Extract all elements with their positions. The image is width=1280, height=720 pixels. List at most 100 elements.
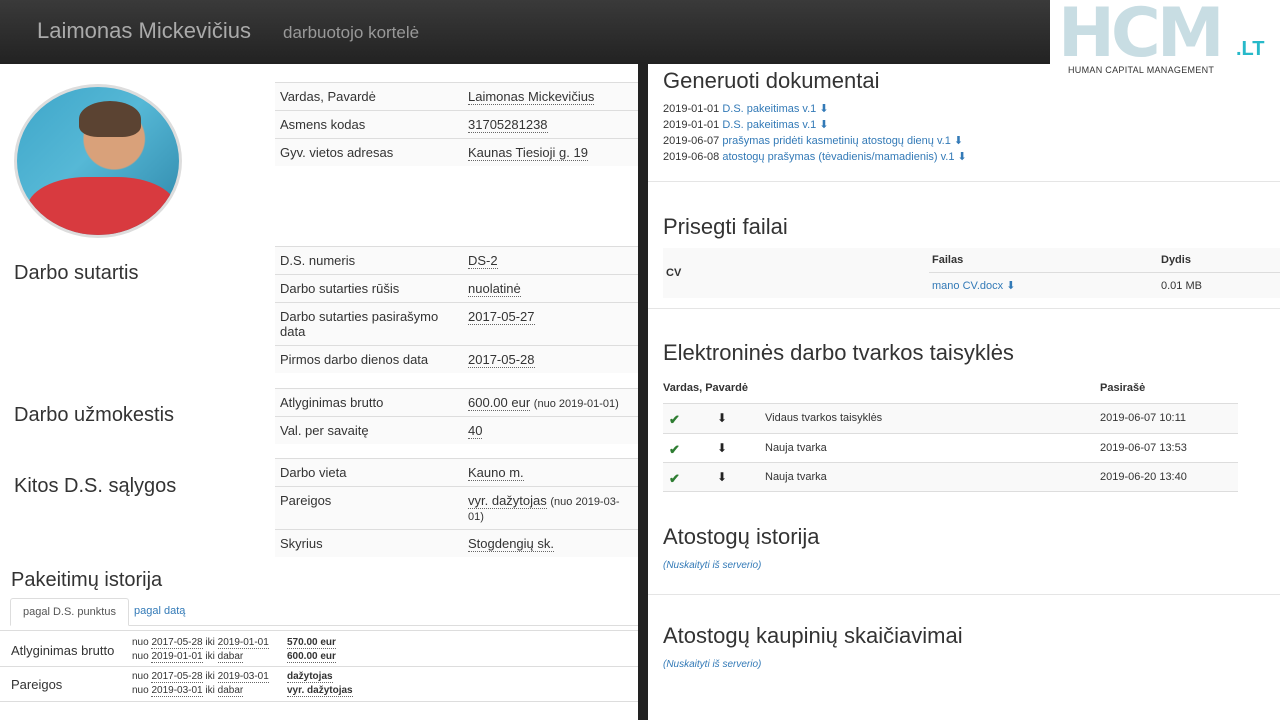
left-panel: Vardas, Pavardė Laimonas Mickevičius Asme… (0, 64, 638, 720)
tab-by-contract-points[interactable]: pagal D.S. punktus (10, 598, 129, 626)
generated-docs-title: Generuoti dokumentai (663, 68, 880, 93)
accrual-load-link[interactable]: (Nuskaityti iš serverio) (663, 659, 761, 670)
date-link[interactable]: 2017-05-28 (151, 671, 203, 683)
field-note: (nuo 2019-01-01) (533, 398, 619, 410)
field-value[interactable]: nuolatinė (468, 281, 521, 297)
field-label: Darbo sutarties pasirašymo data (275, 302, 463, 346)
field-value[interactable]: 600.00 eur (468, 395, 531, 411)
check-icon: ✔ (669, 471, 680, 486)
table-row: Pirmos darbo dienos data 2017-05-28 (275, 345, 638, 373)
history-value: 600.00 eur (287, 651, 336, 663)
field-label: D.S. numeris (275, 246, 463, 275)
divider (648, 594, 1280, 595)
field-value[interactable]: vyr. dažytojas (468, 493, 547, 509)
accrual-title: Atostogų kaupinių skaičiavimai (663, 623, 963, 648)
download-icon[interactable]: ⬇ (819, 119, 828, 131)
personal-info-table: Vardas, Pavardė Laimonas Mickevičius Asme… (275, 82, 638, 166)
divider (648, 181, 1280, 182)
rules-title: Elektroninės darbo tvarkos taisyklės (663, 340, 1014, 365)
avatar-hair (79, 101, 141, 137)
download-icon[interactable]: ⬇ (954, 135, 963, 147)
history-line: nuo 2017-05-28 iki 2019-03-01 (132, 671, 269, 683)
field-value[interactable]: 40 (468, 423, 483, 439)
table-row: ✔ ⬇ Nauja tvarka 2019-06-20 13:40 (663, 462, 1238, 492)
doc-link[interactable]: D.S. pakeitimas v.1 (722, 103, 816, 115)
list-item: 2019-06-07 prašymas pridėti kasmetinių a… (663, 135, 964, 147)
field-value[interactable]: Stogdengių sk. (468, 536, 555, 552)
field-label: Val. per savaitę (275, 416, 463, 444)
date-link[interactable]: 2019-03-01 (217, 671, 269, 683)
file-link[interactable]: mano CV.docx (932, 280, 1003, 292)
date-link[interactable]: 2017-05-28 (151, 637, 203, 649)
doc-link[interactable]: prašymas pridėti kasmetinių atostogų die… (722, 135, 950, 147)
table-row: D.S. numeris DS-2 (275, 246, 638, 275)
file-size: 0.01 MB (1161, 279, 1202, 292)
contract-table: D.S. numeris DS-2 Darbo sutarties rūšis nu… (275, 246, 638, 373)
table-row: ✔ ⬇ Vidaus tvarkos taisyklės 2019-06-07 … (663, 403, 1238, 433)
date-link[interactable]: 2019-01-01 (217, 637, 269, 649)
history-line: nuo 2017-05-28 iki 2019-01-01 (132, 637, 269, 649)
field-value[interactable]: 31705281238 (468, 117, 548, 133)
download-icon[interactable]: ⬇ (717, 411, 727, 425)
field-value[interactable]: Laimonas Mickevičius (468, 89, 595, 105)
field-label: Gyv. vietos adresas (275, 138, 463, 166)
field-value[interactable]: Kauno m. (468, 465, 524, 481)
table-row: Darbo sutarties pasirašymo data 2017-05-2… (275, 302, 638, 346)
doc-link[interactable]: D.S. pakeitimas v.1 (722, 119, 816, 131)
right-panel: Generuoti dokumentai 2019-01-01 D.S. pak… (648, 64, 1280, 720)
field-label: Darbo vieta (275, 458, 463, 487)
table-row: Val. per savaitę 40 (275, 416, 638, 444)
field-label: Darbo sutarties rūšis (275, 274, 463, 303)
date-link[interactable]: 2019-01-01 (151, 651, 203, 663)
avatar (14, 84, 182, 238)
table-row: Pareigos vyr. dažytojas (nuo 2019-03-01) (275, 486, 638, 530)
field-value[interactable]: 2017-05-27 (468, 309, 535, 325)
date-link[interactable]: 2019-03-01 (151, 685, 203, 697)
field-value[interactable]: Kaunas Tiesioji g. 19 (468, 145, 588, 161)
table-row: ✔ ⬇ Nauja tvarka 2019-06-07 13:53 (663, 433, 1238, 463)
download-icon[interactable]: ⬇ (717, 441, 727, 455)
section-heading-contract: Darbo sutartis (14, 262, 139, 284)
download-icon[interactable]: ⬇ (819, 103, 828, 115)
generated-docs-list: 2019-01-01 D.S. pakeitimas v.1 ⬇ 2019-01… (663, 101, 967, 165)
attached-files-title: Prisegti failai (663, 214, 788, 239)
table-row: Darbo sutarties rūšis nuolatinė (275, 274, 638, 303)
date-link[interactable]: dabar (217, 685, 244, 697)
download-icon[interactable]: ⬇ (717, 470, 727, 484)
employee-name-title: Laimonas Mickevičius (37, 18, 251, 43)
signed-date: 2019-06-20 13:40 (1100, 471, 1187, 483)
history-tabs: pagal D.S. punktus pagal datą (10, 598, 638, 626)
column-header-signed: Pasirašė (1100, 382, 1146, 394)
signed-date: 2019-06-07 10:11 (1100, 412, 1187, 424)
field-label: Vardas, Pavardė (275, 82, 463, 111)
history-row-label: Atlyginimas brutto (11, 643, 115, 658)
logo-mark: HCM (1058, 0, 1224, 73)
field-value[interactable]: DS-2 (468, 253, 498, 269)
vacation-load-link[interactable]: (Nuskaityti iš serverio) (663, 560, 761, 571)
field-label: Atlyginimas brutto (275, 388, 463, 417)
list-item: 2019-01-01 D.S. pakeitimas v.1 ⬇ (663, 119, 829, 131)
column-header-size: Dydis (1161, 254, 1191, 266)
history-line: nuo 2019-03-01 iki dabar (132, 685, 244, 697)
column-header-name: Vardas, Pavardė (663, 382, 749, 394)
history-line: nuo 2019-01-01 iki dabar (132, 651, 244, 663)
history-row: Atlyginimas brutto nuo 2017-05-28 iki 20… (0, 630, 638, 666)
column-header-file: Failas (932, 254, 964, 266)
table-row: Skyrius Stogdengių sk. (275, 529, 638, 557)
history-value: 570.00 eur (287, 637, 336, 649)
other-conditions-table: Darbo vieta Kauno m. Pareigos vyr. dažytoj… (275, 458, 638, 557)
vacation-history-title: Atostogų istorija (663, 524, 820, 549)
field-value[interactable]: 2017-05-28 (468, 352, 535, 368)
date-link[interactable]: dabar (217, 651, 244, 663)
salary-table: Atlyginimas brutto 600.00 eur (nuo 2019-0… (275, 388, 638, 444)
list-item: 2019-01-01 D.S. pakeitimas v.1 ⬇ (663, 103, 829, 115)
list-item: 2019-06-08 atostogų prašymas (tėvadienis… (663, 151, 967, 163)
page-subtitle: darbuotojo kortelė (283, 23, 420, 42)
tab-by-date[interactable]: pagal datą (122, 598, 197, 626)
file-type: CV (666, 267, 682, 279)
logo-suffix: .LT (1236, 38, 1265, 60)
download-icon[interactable]: ⬇ (1006, 280, 1015, 292)
download-icon[interactable]: ⬇ (958, 151, 967, 163)
doc-link[interactable]: atostogų prašymas (tėvadienis/mamadienis… (722, 151, 954, 163)
check-icon: ✔ (669, 412, 680, 427)
